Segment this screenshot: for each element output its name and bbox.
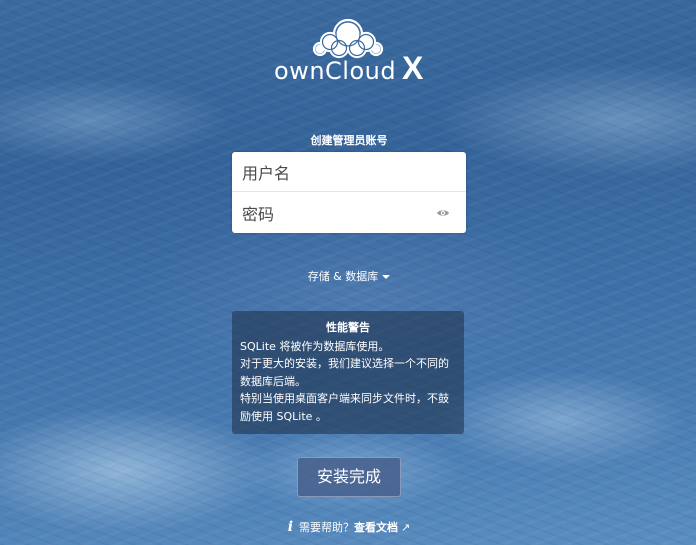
logo-version-x: X — [402, 50, 424, 86]
finish-setup-button[interactable]: 安装完成 — [297, 457, 401, 497]
caret-down-icon — [382, 275, 391, 279]
admin-account-heading: 创建管理员账号 — [310, 135, 388, 147]
docs-link[interactable]: 查看文档 — [354, 521, 398, 534]
warning-line: 特别当使用桌面客户端来同步文件时，不鼓励使用 SQLite 。 — [240, 392, 449, 423]
external-link-icon[interactable]: ↗ — [401, 521, 410, 534]
eye-icon[interactable] — [436, 206, 450, 220]
storage-database-label: 存储 & 数据库 — [307, 270, 379, 283]
help-prefix: 需要帮助？ — [299, 521, 355, 534]
cloud-icon — [312, 18, 384, 59]
admin-credentials-form: 用户名 密码 — [232, 152, 466, 233]
password-input[interactable]: 密码 — [232, 193, 466, 233]
password-placeholder: 密码 — [242, 205, 275, 224]
storage-database-toggle[interactable]: 存储 & 数据库 — [232, 268, 466, 284]
performance-warning: 性能警告 SQLite 将被作为数据库使用。 对于更大的安装，我们建议选择一个不… — [232, 311, 464, 434]
owncloud-logo: ownCloud X — [274, 18, 429, 85]
warning-line: SQLite 将被作为数据库使用。 — [240, 339, 390, 353]
help-footer: i 需要帮助？查看文档 ↗ — [232, 519, 466, 535]
warning-title: 性能警告 — [326, 321, 370, 334]
logo-wordmark: ownCloud — [274, 57, 397, 85]
username-input[interactable]: 用户名 — [232, 152, 466, 192]
warning-line: 对于更大的安装，我们建议选择一个不同的数据库后端。 — [240, 357, 449, 388]
info-icon: i — [287, 519, 294, 535]
